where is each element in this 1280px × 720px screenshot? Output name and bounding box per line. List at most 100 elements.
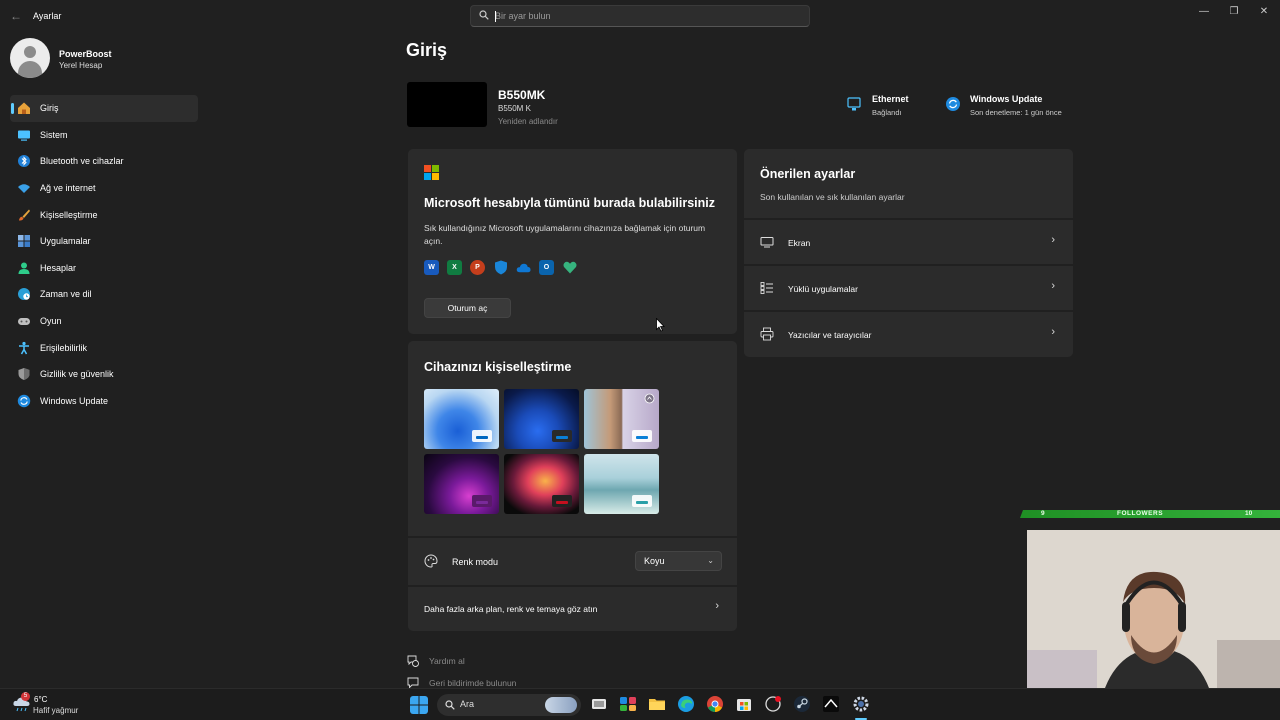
- followers-label: FOLLOWERS: [1117, 510, 1164, 517]
- chevron-right-icon: ›: [1051, 326, 1055, 338]
- bluetooth-icon: [17, 154, 31, 168]
- list-icon: [760, 282, 773, 294]
- sidebar-item-gaming[interactable]: Oyun: [10, 308, 198, 335]
- excel-icon: X: [447, 260, 462, 275]
- notification-badge: 5: [21, 692, 30, 701]
- settings-search-box[interactable]: [470, 5, 810, 27]
- close-button[interactable]: ✕: [1256, 6, 1272, 17]
- sidebar-item-personalization[interactable]: Kişiselleştirme: [10, 201, 198, 228]
- sidebar-item-network[interactable]: Ağ ve internet: [10, 175, 198, 202]
- settings-gear-icon[interactable]: [852, 695, 870, 713]
- title-bar: ← Ayarlar — ❐ ✕: [0, 0, 1280, 32]
- recommended-item-label: Ekran: [788, 238, 811, 248]
- search-icon: [479, 10, 489, 20]
- sidebar-item-label: Hesaplar: [40, 262, 77, 273]
- chrome-browser-icon[interactable]: [706, 695, 724, 713]
- sidebar-item-accessibility[interactable]: Erişilebilirlik: [10, 334, 198, 361]
- theme-preview-window: [632, 495, 652, 507]
- microsoft-store-icon[interactable]: [735, 695, 753, 713]
- steam-icon[interactable]: [793, 695, 811, 713]
- app-recording-icon[interactable]: [764, 695, 782, 713]
- rename-link[interactable]: Yeniden adlandır: [498, 117, 558, 126]
- get-help-link[interactable]: Yardım al: [407, 655, 527, 669]
- theme-preview-window: [472, 430, 492, 442]
- sidebar-item-label: Windows Update: [40, 395, 109, 406]
- accessibility-icon: [17, 341, 31, 355]
- sunrise-theme[interactable]: [584, 454, 659, 514]
- glow-theme[interactable]: [584, 389, 659, 449]
- shield-icon: [17, 367, 31, 381]
- avatar-head: [24, 46, 36, 58]
- recommended-item-display[interactable]: Ekran ›: [744, 218, 1073, 263]
- ethernet-icon: [847, 97, 861, 111]
- game-app-icon[interactable]: [822, 695, 840, 713]
- windows-dark-theme[interactable]: [504, 389, 579, 449]
- word-icon: W: [424, 260, 439, 275]
- brush-icon: [17, 208, 31, 222]
- onedrive-icon: [516, 260, 531, 275]
- recommended-item-printers[interactable]: Yazıcılar ve tarayıcılar ›: [744, 310, 1073, 355]
- theme-preview-window: [472, 495, 492, 507]
- sidebar-item-label: Bluetooth ve cihazlar: [40, 156, 124, 167]
- taskbar-search[interactable]: Ara: [437, 694, 581, 716]
- weather-temperature: 6°C: [34, 695, 48, 704]
- palette-icon: [424, 554, 438, 568]
- personalization-title: Cihazınızı kişiselleştirme: [424, 360, 572, 374]
- followers-current: 9: [1041, 510, 1045, 517]
- divider: [408, 536, 738, 538]
- ethernet-status-sub: Bağlandı: [872, 108, 902, 117]
- defender-icon: [493, 260, 508, 275]
- sidebar-item-bluetooth[interactable]: Bluetooth ve cihazlar: [10, 148, 198, 175]
- file-explorer-icon[interactable]: [648, 695, 666, 713]
- system-icon: [17, 128, 31, 142]
- sidebar-item-label: Ağ ve internet: [40, 183, 96, 194]
- profile-name: PowerBoost: [59, 49, 112, 59]
- edge-browser-icon[interactable]: [677, 695, 695, 713]
- task-view-icon[interactable]: [590, 695, 608, 713]
- start-button-icon[interactable]: [410, 696, 428, 714]
- sidebar-item-windows-update[interactable]: Windows Update: [10, 388, 198, 415]
- windows-update-status-sub: Son denetleme: 1 gün önce: [970, 108, 1062, 117]
- avatar[interactable]: [10, 38, 50, 78]
- ethernet-status-title[interactable]: Ethernet: [872, 94, 909, 104]
- sidebar-item-accounts[interactable]: Hesaplar: [10, 255, 198, 282]
- sign-in-button[interactable]: Oturum aç: [424, 298, 511, 318]
- sidebar-nav: Giriş Sistem Bluetooth ve cihazlar Ağ ve…: [10, 95, 198, 414]
- sidebar-item-apps[interactable]: Uygulamalar: [10, 228, 198, 255]
- windows-update-status-title[interactable]: Windows Update: [970, 94, 1042, 104]
- maximize-button[interactable]: ❐: [1226, 6, 1242, 17]
- color-mode-value: Koyu: [644, 556, 665, 566]
- device-thumbnail: [407, 82, 487, 127]
- windows-light-theme[interactable]: [424, 389, 499, 449]
- chevron-right-icon: ›: [1051, 234, 1055, 246]
- recommended-item-installed-apps[interactable]: Yüklü uygulamalar ›: [744, 264, 1073, 309]
- followers-goal: 10: [1245, 510, 1253, 517]
- ms-card-description: Sık kullandığınız Microsoft uygulamaları…: [424, 223, 706, 246]
- slideshow-icon: [644, 393, 655, 404]
- recommended-subtitle: Son kullanılan ve sık kullanılan ayarlar: [760, 192, 905, 202]
- more-themes-link[interactable]: Daha fazla arka plan, renk ve temaya göz…: [408, 587, 737, 631]
- followers-goal-bar: 9 FOLLOWERS 10: [1020, 510, 1280, 518]
- minimize-button[interactable]: —: [1196, 6, 1212, 17]
- sidebar-item-home[interactable]: Giriş: [10, 95, 198, 122]
- mouse-cursor-icon: [656, 318, 665, 332]
- flow-theme[interactable]: [504, 454, 579, 514]
- device-name: B550MK: [498, 88, 546, 102]
- search-input[interactable]: [495, 9, 795, 23]
- feedback-link[interactable]: Geri bildirimde bulunun: [407, 677, 547, 689]
- widgets-icon[interactable]: [619, 695, 637, 713]
- sidebar-item-time-language[interactable]: Zaman ve dil: [10, 281, 198, 308]
- weather-widget[interactable]: 5 6°C Hafif yağmur: [0, 689, 90, 720]
- captured-motion-theme[interactable]: [424, 454, 499, 514]
- gamepad-icon: [17, 314, 31, 328]
- windows-update-icon: [946, 97, 960, 111]
- color-mode-select[interactable]: Koyu ⌄: [635, 551, 722, 571]
- recommended-settings-card: Önerilen ayarlar Son kullanılan ve sık k…: [744, 149, 1073, 357]
- sidebar-item-label: Uygulamalar: [40, 236, 91, 247]
- powerpoint-icon: P: [470, 260, 485, 275]
- ms-app-icons: W X P O: [424, 260, 577, 275]
- back-arrow-icon[interactable]: ←: [10, 9, 22, 23]
- color-mode-label: Renk modu: [452, 557, 499, 567]
- sidebar-item-system[interactable]: Sistem: [10, 122, 198, 149]
- sidebar-item-privacy[interactable]: Gizlilik ve güvenlik: [10, 361, 198, 388]
